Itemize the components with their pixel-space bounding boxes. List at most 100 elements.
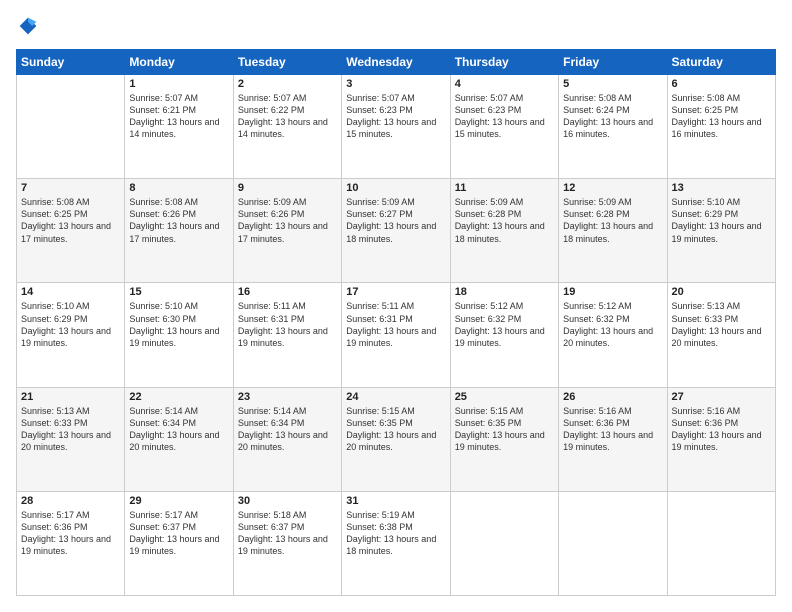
day-cell: 20 Sunrise: 5:13 AMSunset: 6:33 PMDayligh… [667, 283, 775, 387]
day-cell: 1 Sunrise: 5:07 AMSunset: 6:21 PMDaylight… [125, 75, 233, 179]
cell-info: Sunrise: 5:09 AMSunset: 6:28 PMDaylight:… [455, 196, 554, 245]
cell-info: Sunrise: 5:09 AMSunset: 6:26 PMDaylight:… [238, 196, 337, 245]
day-number: 31 [346, 495, 445, 507]
cell-info: Sunrise: 5:18 AMSunset: 6:37 PMDaylight:… [238, 509, 337, 558]
day-number: 13 [672, 182, 771, 194]
day-cell: 22 Sunrise: 5:14 AMSunset: 6:34 PMDayligh… [125, 387, 233, 491]
week-row-1: 1 Sunrise: 5:07 AMSunset: 6:21 PMDaylight… [17, 75, 776, 179]
day-number: 5 [563, 78, 662, 90]
logo [16, 16, 38, 41]
day-number: 27 [672, 391, 771, 403]
cell-info: Sunrise: 5:16 AMSunset: 6:36 PMDaylight:… [672, 405, 771, 454]
day-number: 16 [238, 286, 337, 298]
header-thursday: Thursday [450, 50, 558, 75]
header-friday: Friday [559, 50, 667, 75]
day-number: 3 [346, 78, 445, 90]
day-number: 11 [455, 182, 554, 194]
cell-info: Sunrise: 5:10 AMSunset: 6:29 PMDaylight:… [672, 196, 771, 245]
day-number: 29 [129, 495, 228, 507]
cell-info: Sunrise: 5:14 AMSunset: 6:34 PMDaylight:… [129, 405, 228, 454]
cell-info: Sunrise: 5:12 AMSunset: 6:32 PMDaylight:… [563, 300, 662, 349]
day-number: 1 [129, 78, 228, 90]
day-number: 7 [21, 182, 120, 194]
day-cell [17, 75, 125, 179]
day-number: 25 [455, 391, 554, 403]
day-cell: 13 Sunrise: 5:10 AMSunset: 6:29 PMDayligh… [667, 179, 775, 283]
cell-info: Sunrise: 5:13 AMSunset: 6:33 PMDaylight:… [672, 300, 771, 349]
day-cell: 2 Sunrise: 5:07 AMSunset: 6:22 PMDaylight… [233, 75, 341, 179]
day-cell: 27 Sunrise: 5:16 AMSunset: 6:36 PMDayligh… [667, 387, 775, 491]
day-cell: 10 Sunrise: 5:09 AMSunset: 6:27 PMDayligh… [342, 179, 450, 283]
day-number: 8 [129, 182, 228, 194]
week-row-2: 7Sunrise: 5:08 AMSunset: 6:25 PMDaylight… [17, 179, 776, 283]
day-number: 2 [238, 78, 337, 90]
day-number: 24 [346, 391, 445, 403]
day-cell: 8 Sunrise: 5:08 AMSunset: 6:26 PMDaylight… [125, 179, 233, 283]
cell-info: Sunrise: 5:13 AMSunset: 6:33 PMDaylight:… [21, 405, 120, 454]
day-number: 15 [129, 286, 228, 298]
day-number: 20 [672, 286, 771, 298]
day-number: 6 [672, 78, 771, 90]
cell-info: Sunrise: 5:08 AMSunset: 6:25 PMDaylight:… [672, 92, 771, 141]
header-monday: Monday [125, 50, 233, 75]
page-header [16, 16, 776, 41]
day-cell: 19 Sunrise: 5:12 AMSunset: 6:32 PMDayligh… [559, 283, 667, 387]
day-cell: 29 Sunrise: 5:17 AMSunset: 6:37 PMDayligh… [125, 491, 233, 595]
header-saturday: Saturday [667, 50, 775, 75]
cell-info: Sunrise: 5:19 AMSunset: 6:38 PMDaylight:… [346, 509, 445, 558]
day-number: 18 [455, 286, 554, 298]
week-row-3: 14 Sunrise: 5:10 AMSunset: 6:29 PMDayligh… [17, 283, 776, 387]
day-number: 9 [238, 182, 337, 194]
day-cell [667, 491, 775, 595]
cell-info: Sunrise: 5:07 AMSunset: 6:22 PMDaylight:… [238, 92, 337, 141]
day-number: 4 [455, 78, 554, 90]
calendar-page: Sunday Monday Tuesday Wednesday Thursday… [0, 0, 792, 612]
day-number: 21 [21, 391, 120, 403]
day-cell: 31 Sunrise: 5:19 AMSunset: 6:38 PMDayligh… [342, 491, 450, 595]
day-number: 12 [563, 182, 662, 194]
day-cell: 15 Sunrise: 5:10 AMSunset: 6:30 PMDayligh… [125, 283, 233, 387]
cell-info: Sunrise: 5:09 AMSunset: 6:27 PMDaylight:… [346, 196, 445, 245]
cell-info: Sunrise: 5:17 AMSunset: 6:37 PMDaylight:… [129, 509, 228, 558]
day-cell: 28Sunrise: 5:17 AMSunset: 6:36 PMDayligh… [17, 491, 125, 595]
week-row-5: 28Sunrise: 5:17 AMSunset: 6:36 PMDayligh… [17, 491, 776, 595]
cell-info: Sunrise: 5:10 AMSunset: 6:30 PMDaylight:… [129, 300, 228, 349]
day-number: 19 [563, 286, 662, 298]
day-number: 22 [129, 391, 228, 403]
day-cell: 9 Sunrise: 5:09 AMSunset: 6:26 PMDaylight… [233, 179, 341, 283]
day-cell: 14 Sunrise: 5:10 AMSunset: 6:29 PMDayligh… [17, 283, 125, 387]
cell-info: Sunrise: 5:16 AMSunset: 6:36 PMDaylight:… [563, 405, 662, 454]
cell-info: Sunrise: 5:10 AMSunset: 6:29 PMDaylight:… [21, 300, 120, 349]
cell-info: Sunrise: 5:17 AMSunset: 6:36 PMDaylight:… [21, 509, 120, 558]
cell-info: Sunrise: 5:07 AMSunset: 6:21 PMDaylight:… [129, 92, 228, 141]
day-cell: 16Sunrise: 5:11 AMSunset: 6:31 PMDayligh… [233, 283, 341, 387]
weekday-header-row: Sunday Monday Tuesday Wednesday Thursday… [17, 50, 776, 75]
cell-info: Sunrise: 5:08 AMSunset: 6:26 PMDaylight:… [129, 196, 228, 245]
day-cell: 21 Sunrise: 5:13 AMSunset: 6:33 PMDayligh… [17, 387, 125, 491]
header-tuesday: Tuesday [233, 50, 341, 75]
calendar-table: Sunday Monday Tuesday Wednesday Thursday… [16, 49, 776, 596]
day-cell: 4 Sunrise: 5:07 AMSunset: 6:23 PMDaylight… [450, 75, 558, 179]
logo-icon [18, 16, 38, 36]
day-number: 23 [238, 391, 337, 403]
cell-info: Sunrise: 5:14 AMSunset: 6:34 PMDaylight:… [238, 405, 337, 454]
day-cell: 24 Sunrise: 5:15 AMSunset: 6:35 PMDayligh… [342, 387, 450, 491]
day-cell [450, 491, 558, 595]
cell-info: Sunrise: 5:12 AMSunset: 6:32 PMDaylight:… [455, 300, 554, 349]
day-cell: 7Sunrise: 5:08 AMSunset: 6:25 PMDaylight… [17, 179, 125, 283]
day-cell: 5 Sunrise: 5:08 AMSunset: 6:24 PMDaylight… [559, 75, 667, 179]
cell-info: Sunrise: 5:08 AMSunset: 6:24 PMDaylight:… [563, 92, 662, 141]
day-number: 26 [563, 391, 662, 403]
day-number: 10 [346, 182, 445, 194]
cell-info: Sunrise: 5:15 AMSunset: 6:35 PMDaylight:… [346, 405, 445, 454]
day-number: 17 [346, 286, 445, 298]
day-number: 14 [21, 286, 120, 298]
cell-info: Sunrise: 5:15 AMSunset: 6:35 PMDaylight:… [455, 405, 554, 454]
day-cell: 11 Sunrise: 5:09 AMSunset: 6:28 PMDayligh… [450, 179, 558, 283]
cell-info: Sunrise: 5:07 AMSunset: 6:23 PMDaylight:… [455, 92, 554, 141]
day-cell: 3Sunrise: 5:07 AMSunset: 6:23 PMDaylight… [342, 75, 450, 179]
day-cell: 6 Sunrise: 5:08 AMSunset: 6:25 PMDaylight… [667, 75, 775, 179]
day-cell: 18 Sunrise: 5:12 AMSunset: 6:32 PMDayligh… [450, 283, 558, 387]
day-cell: 12Sunrise: 5:09 AMSunset: 6:28 PMDayligh… [559, 179, 667, 283]
day-number: 30 [238, 495, 337, 507]
